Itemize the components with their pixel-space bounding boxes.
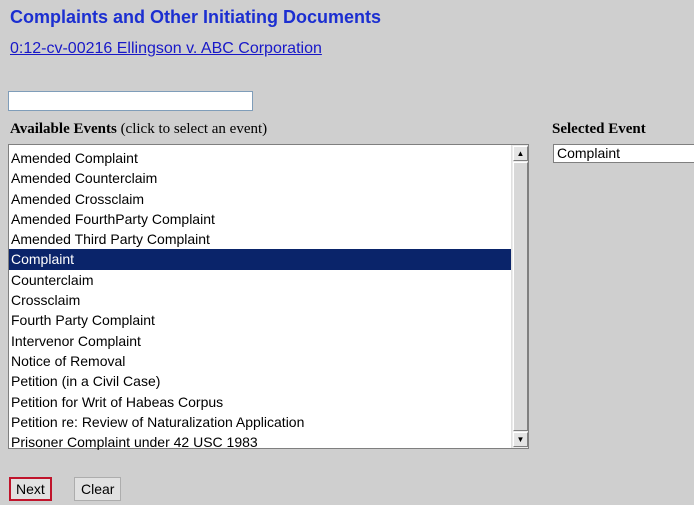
event-option[interactable]: Petition re: Review of Naturalization Ap… bbox=[9, 412, 511, 432]
event-option[interactable]: Amended Crossclaim bbox=[9, 189, 511, 209]
event-search-input[interactable] bbox=[8, 91, 253, 111]
event-option[interactable]: Counterclaim bbox=[9, 270, 511, 290]
selected-events-list: Complaint bbox=[557, 145, 694, 162]
available-events-heading: Available Events (click to select an eve… bbox=[10, 121, 267, 138]
available-events-listbox[interactable]: Amended Complaint Amended Counterclaim Ame… bbox=[8, 144, 529, 452]
case-link[interactable]: 0:12-cv-00216 Ellingson v. ABC Corporati… bbox=[10, 40, 322, 58]
available-events-list: Amended Complaint Amended Counterclaim Ame… bbox=[9, 148, 511, 452]
event-option[interactable]: Amended Counterclaim bbox=[9, 168, 511, 188]
event-option[interactable]: Prisoner Complaint under 42 USC 1983 bbox=[9, 432, 511, 452]
event-option[interactable]: Complaint bbox=[9, 249, 511, 270]
selected-event-option[interactable]: Complaint bbox=[557, 145, 694, 162]
event-option[interactable]: Petition (in a Civil Case) bbox=[9, 371, 511, 391]
event-option[interactable]: Notice of Removal bbox=[9, 351, 511, 371]
listbox-scrollbar[interactable]: ▲ ▼ bbox=[511, 145, 528, 448]
clear-button[interactable]: Clear bbox=[74, 477, 122, 501]
next-button[interactable]: Next bbox=[9, 477, 52, 501]
event-option[interactable]: Fourth Party Complaint bbox=[9, 310, 511, 330]
event-option[interactable]: Petition for Writ of Habeas Corpus bbox=[9, 392, 511, 412]
event-option[interactable]: Amended FourthParty Complaint bbox=[9, 209, 511, 229]
event-option[interactable]: Amended Third Party Complaint bbox=[9, 229, 511, 249]
event-option[interactable]: Crossclaim bbox=[9, 290, 511, 310]
page-title: Complaints and Other Initiating Document… bbox=[10, 7, 382, 27]
available-events-title: Available Events bbox=[10, 121, 117, 137]
event-option[interactable]: Intervenor Complaint bbox=[9, 331, 511, 351]
available-events-hint: (click to select an event) bbox=[116, 121, 268, 137]
event-option[interactable]: Amended Complaint bbox=[9, 148, 511, 168]
scroll-down-arrow-icon[interactable]: ▼ bbox=[513, 432, 528, 447]
scrollbar-thumb[interactable] bbox=[513, 162, 528, 431]
selected-event-heading: Selected Event bbox=[552, 121, 646, 137]
selected-events-listbox[interactable]: Complaint bbox=[553, 144, 694, 163]
scroll-up-arrow-icon[interactable]: ▲ bbox=[513, 146, 528, 161]
